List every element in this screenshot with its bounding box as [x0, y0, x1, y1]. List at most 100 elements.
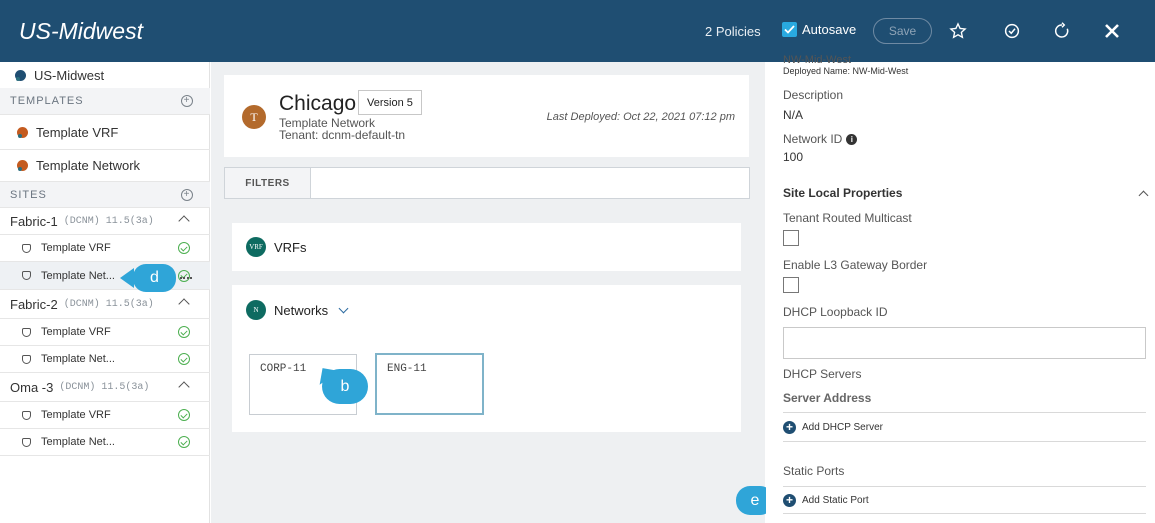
close-icon[interactable] [1101, 20, 1123, 42]
sites-header-label: SITES [10, 188, 47, 201]
enable-l3-gateway-label: Enable L3 Gateway Border [783, 258, 928, 272]
site-name: Fabric-1 [10, 213, 58, 229]
top-bar: US-Midwest 2 Policies Autosave Save [0, 0, 1155, 62]
templates-header-label: TEMPLATES [10, 95, 84, 107]
vrfs-label: VRFs [274, 239, 307, 255]
site-version: (DCNM) 11.5(3a) [59, 381, 150, 393]
network-name-value: NW-Mid-West [783, 54, 852, 66]
tenant-label: Tenant: dcnm-default-tn [279, 128, 406, 142]
filters-label: FILTERS [225, 168, 311, 198]
dhcp-loopback-input[interactable] [783, 327, 1146, 359]
divider [783, 513, 1146, 514]
site-name: Oma -3 [10, 379, 54, 395]
server-address-header: Server Address [783, 391, 872, 405]
sidebar: US-Midwest TEMPLATES + Template VRF Temp… [0, 62, 210, 523]
status-ok-icon [178, 269, 190, 282]
policies-count[interactable]: 2 Policies [705, 24, 761, 39]
add-site-icon[interactable]: + [181, 188, 193, 201]
chevron-up-icon[interactable] [178, 215, 190, 227]
network-id-label-text: Network ID [783, 132, 843, 146]
tenant-routed-multicast-checkbox[interactable] [783, 230, 799, 246]
add-template-icon[interactable]: + [181, 95, 193, 107]
shield-icon [22, 243, 31, 253]
avatar: T [242, 105, 266, 129]
sidebar-item-template-network[interactable]: Template Network [0, 150, 210, 182]
version-badge[interactable]: Version 5 [358, 90, 422, 115]
callout-d-leader [180, 277, 192, 279]
site-oma-3[interactable]: Oma -3 (DCNM) 11.5(3a) [0, 373, 210, 402]
autosave-toggle[interactable]: Autosave [782, 22, 856, 37]
chevron-down-icon[interactable] [338, 303, 349, 313]
enable-l3-gateway-checkbox[interactable] [783, 277, 799, 293]
template-network-icon [17, 160, 28, 171]
site-name: Fabric-2 [10, 296, 58, 312]
last-deployed: Last Deployed: Oct 22, 2021 07:12 pm [546, 111, 735, 123]
deployed-name: Deployed Name: NW-Mid-West [783, 66, 909, 76]
status-ok-icon [178, 409, 190, 421]
site-version: (DCNM) 11.5(3a) [63, 298, 154, 310]
star-icon[interactable] [947, 20, 969, 42]
dhcp-servers-label: DHCP Servers [783, 367, 862, 381]
shield-icon [22, 354, 31, 364]
status-ok-icon [178, 436, 190, 448]
checkbox-checked-icon[interactable] [782, 22, 797, 37]
shield-icon [22, 437, 31, 447]
divider [783, 486, 1146, 487]
network-id-label: Network ID i [783, 132, 858, 146]
network-tile-eng-11[interactable]: ENG-11 [375, 353, 484, 415]
shield-icon [22, 271, 31, 280]
sidebar-item-template-vrf[interactable]: Template VRF [0, 115, 210, 150]
networks-header[interactable]: N Networks [246, 300, 349, 320]
site-template-network[interactable]: Template Net... [0, 346, 210, 373]
site-fabric-2[interactable]: Fabric-2 (DCNM) 11.5(3a) [0, 290, 210, 319]
site-template-label: Template Net... [41, 269, 115, 282]
network-id-value: 100 [783, 150, 804, 164]
site-template-label: Template VRF [41, 242, 111, 254]
site-template-vrf[interactable]: Template VRF [0, 235, 210, 262]
add-static-port-label: Add Static Port [802, 495, 869, 506]
template-summary-card: T Chicago Version 5 Template Network Ten… [224, 75, 749, 157]
network-badge-icon: N [246, 300, 266, 320]
site-fabric-1[interactable]: Fabric-1 (DCNM) 11.5(3a) [0, 208, 210, 235]
site-template-label: Template Net... [41, 353, 115, 365]
site-template-label: Template VRF [41, 326, 111, 338]
schema-icon [15, 69, 26, 81]
status-ok-icon [178, 242, 190, 254]
site-template-network[interactable]: Template Net... [0, 262, 210, 290]
add-dhcp-server-button[interactable]: + Add DHCP Server [783, 421, 883, 434]
autosave-label: Autosave [802, 22, 857, 37]
refresh-icon[interactable] [1051, 20, 1073, 42]
sites-section-header: SITES + [0, 182, 210, 208]
info-icon[interactable]: i [846, 134, 858, 146]
callout-d: d [120, 264, 176, 292]
site-template-label: Template Net... [41, 436, 115, 448]
status-ok-icon [178, 326, 190, 338]
filter-bar[interactable]: FILTERS [224, 167, 750, 199]
divider [783, 441, 1146, 442]
shield-icon [22, 327, 31, 337]
main-canvas: T Chicago Version 5 Template Network Ten… [211, 62, 765, 523]
chevron-up-icon[interactable] [178, 381, 190, 393]
add-icon: + [783, 421, 796, 434]
sidebar-item-label: Template VRF [36, 124, 119, 140]
site-version: (DCNM) 11.5(3a) [63, 215, 154, 227]
static-ports-label: Static Ports [783, 464, 845, 478]
schema-title: US-Midwest [19, 18, 143, 44]
add-icon: + [783, 494, 796, 507]
status-ok-icon [178, 353, 190, 365]
shield-icon [22, 410, 31, 420]
template-vrf-icon [17, 126, 28, 138]
chevron-up-icon[interactable] [1138, 190, 1149, 201]
site-template-vrf[interactable]: Template VRF [0, 319, 210, 346]
tenant-routed-multicast-label: Tenant Routed Multicast [783, 211, 912, 225]
networks-label: Networks [274, 302, 329, 318]
vrfs-section[interactable]: VRF VRFs [232, 223, 741, 271]
vrf-badge-icon: VRF [246, 237, 266, 257]
chevron-up-icon[interactable] [178, 298, 190, 310]
save-button[interactable]: Save [873, 18, 932, 44]
site-template-vrf[interactable]: Template VRF [0, 402, 210, 429]
sidebar-schema-item[interactable]: US-Midwest [0, 62, 210, 88]
add-static-port-button[interactable]: + Add Static Port [783, 494, 869, 507]
site-template-network[interactable]: Template Net... [0, 429, 210, 456]
deploy-icon[interactable] [1001, 20, 1023, 42]
